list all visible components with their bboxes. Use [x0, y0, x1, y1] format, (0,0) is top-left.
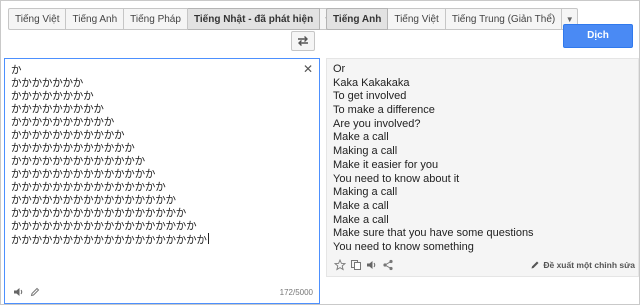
tab-source-english[interactable]: Tiếng Anh	[66, 8, 125, 30]
source-line: かかかかかかかかかかかかかかかか	[11, 194, 176, 206]
tab-source-japanese-detected[interactable]: Tiếng Nhật - đã phát hiện	[187, 8, 321, 30]
speaker-icon[interactable]	[11, 284, 27, 300]
swap-languages-button[interactable]	[291, 31, 315, 51]
translated-line: Are you involved?	[333, 117, 421, 130]
translated-line: Make a call	[333, 199, 389, 212]
source-line: かかかかかかかかかかかかかかかかかか	[11, 220, 197, 232]
source-line: かかかかかかかかか	[11, 103, 104, 115]
tab-target-chinese-simplified[interactable]: Tiếng Trung (Giản Thể)	[445, 8, 563, 30]
source-line: かかかかかかかかかかか	[11, 129, 125, 141]
star-icon[interactable]	[332, 257, 348, 273]
target-language-tabs: Tiếng Anh Tiếng Việt Tiếng Trung (Giản T…	[326, 8, 579, 30]
source-line: かかかかかかかかかかかかかかかかか	[11, 207, 187, 219]
translated-line: Make a call	[333, 131, 389, 144]
source-line: かかかかかかかかかかかかかか	[11, 168, 156, 180]
text-cursor	[207, 233, 209, 244]
translated-line: Making a call	[333, 186, 398, 199]
pencil-icon	[531, 261, 539, 269]
suggest-edit-label: Đề xuất một chỉnh sửa	[543, 260, 635, 270]
translated-line: Making a call	[333, 145, 398, 158]
pencil-icon[interactable]	[27, 284, 43, 300]
translate-window: Tiếng Việt Tiếng Anh Tiếng Pháp Tiếng Nh…	[0, 0, 640, 305]
translation-output: Or Kaka Kakakaka To get involved To make a …	[326, 58, 639, 277]
source-line: かかかかかかかかかかかかかかかかかかか	[11, 233, 209, 246]
character-counter: 172/5000	[279, 287, 313, 297]
translation-footer: Đề xuất một chỉnh sửa	[326, 255, 639, 275]
tab-source-french[interactable]: Tiếng Pháp	[124, 8, 188, 30]
translated-line: To make a difference	[333, 104, 435, 117]
source-line: かかかかかかかかかかかかかかか	[11, 181, 166, 193]
translated-line: Make sure that you have some questions	[333, 227, 534, 240]
translated-line: To get involved	[333, 90, 407, 103]
translated-line: Or	[333, 63, 346, 75]
close-icon[interactable]: ✕	[303, 63, 313, 75]
source-line: かかかかかかかか	[11, 90, 94, 102]
copy-icon[interactable]	[348, 257, 364, 273]
source-footer: 172/5000	[11, 285, 313, 299]
source-line: かかかかかかかかかかかか	[11, 142, 135, 154]
translate-button[interactable]: Dịch	[563, 24, 633, 48]
source-line: かかかかかかかかかか	[11, 116, 114, 128]
source-line: かかかかかかかかかかかかか	[11, 155, 145, 167]
translated-text: Or Kaka Kakakaka To get involved To make a …	[333, 63, 534, 255]
source-text-input[interactable]: かかかかかかかか かかかかかかかか かかかかかかかかか かかかかかかかかかか かかかかか…	[4, 58, 320, 304]
tab-target-english[interactable]: Tiếng Anh	[326, 8, 389, 30]
translated-line: Make a call	[333, 213, 389, 226]
share-icon[interactable]	[380, 257, 396, 273]
translated-line: Make it easier for you	[333, 158, 439, 171]
tab-source-vietnamese[interactable]: Tiếng Việt	[8, 8, 67, 30]
source-line: かかかかかかか	[11, 77, 84, 89]
suggest-edit-link[interactable]: Đề xuất một chỉnh sửa	[530, 260, 635, 270]
translated-line: You need to know something	[333, 240, 474, 253]
chevron-down-icon: ▼	[565, 15, 574, 24]
speaker-icon[interactable]	[364, 257, 380, 273]
translated-line: You need to know about it	[333, 172, 460, 185]
swap-icon	[298, 36, 308, 46]
source-text: かかかかかかかか かかかかかかかか かかかかかかかかか かかかかかかかかかか かかかかか…	[11, 64, 209, 246]
translated-line: Kaka Kakakaka	[333, 76, 410, 89]
tab-target-vietnamese[interactable]: Tiếng Việt	[388, 8, 446, 30]
source-line: か	[11, 64, 22, 76]
source-language-tabs: Tiếng Việt Tiếng Anh Tiếng Pháp Tiếng Nh…	[8, 8, 337, 30]
